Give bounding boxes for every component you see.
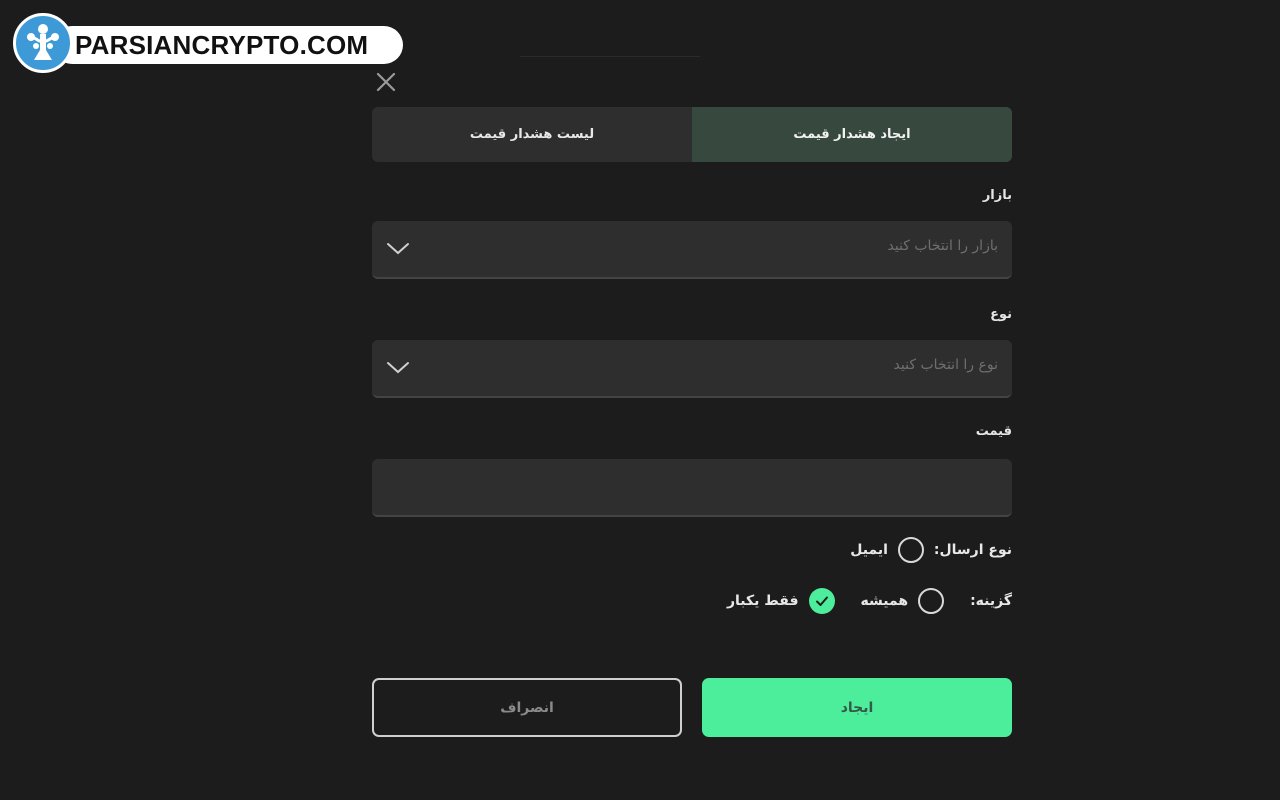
- create-button[interactable]: ایجاد: [702, 678, 1012, 737]
- top-divider: [520, 56, 700, 57]
- email-radio[interactable]: [897, 537, 924, 563]
- close-icon[interactable]: [374, 70, 398, 94]
- market-label: بازار: [982, 188, 1012, 203]
- always-radio[interactable]: [918, 588, 945, 614]
- tree-logo-icon: [13, 13, 73, 73]
- type-select[interactable]: نوع را انتخاب کنید: [372, 340, 1012, 398]
- check-icon: [815, 596, 828, 606]
- always-option-label[interactable]: همیشه: [861, 593, 909, 609]
- chevron-down-icon: [386, 360, 410, 379]
- tab-alert-list[interactable]: لیست هشدار قیمت: [372, 107, 692, 162]
- type-label: نوع: [990, 307, 1012, 322]
- price-input[interactable]: [372, 459, 1012, 517]
- price-label: قیمت: [975, 424, 1012, 439]
- send-type-label: نوع ارسال:: [933, 542, 1012, 558]
- send-type-row: نوع ارسال: ایمیل: [372, 536, 1012, 564]
- once-only-radio-checked[interactable]: [808, 588, 835, 614]
- action-buttons: ایجاد انصراف: [372, 678, 1012, 737]
- market-select[interactable]: بازار را انتخاب کنید: [372, 221, 1012, 279]
- email-option-label[interactable]: ایمیل: [850, 542, 888, 558]
- market-placeholder: بازار را انتخاب کنید: [887, 238, 998, 254]
- watermark-text: PARSIANCRYPTO.COM: [75, 30, 369, 60]
- option-label: گزینه:: [970, 593, 1012, 609]
- tab-create-alert[interactable]: ایجاد هشدار قیمت: [692, 107, 1012, 162]
- type-placeholder: نوع را انتخاب کنید: [893, 357, 998, 373]
- once-only-option-label[interactable]: فقط یکبار: [727, 593, 799, 609]
- cancel-button[interactable]: انصراف: [372, 678, 682, 737]
- chevron-down-icon: [386, 241, 410, 260]
- tab-bar: ایجاد هشدار قیمت لیست هشدار قیمت: [372, 107, 1012, 162]
- price-alert-panel: ایجاد هشدار قیمت لیست هشدار قیمت بازار ب…: [372, 107, 1012, 615]
- option-row: گزینه: همیشه فقط یکبار: [372, 587, 1012, 615]
